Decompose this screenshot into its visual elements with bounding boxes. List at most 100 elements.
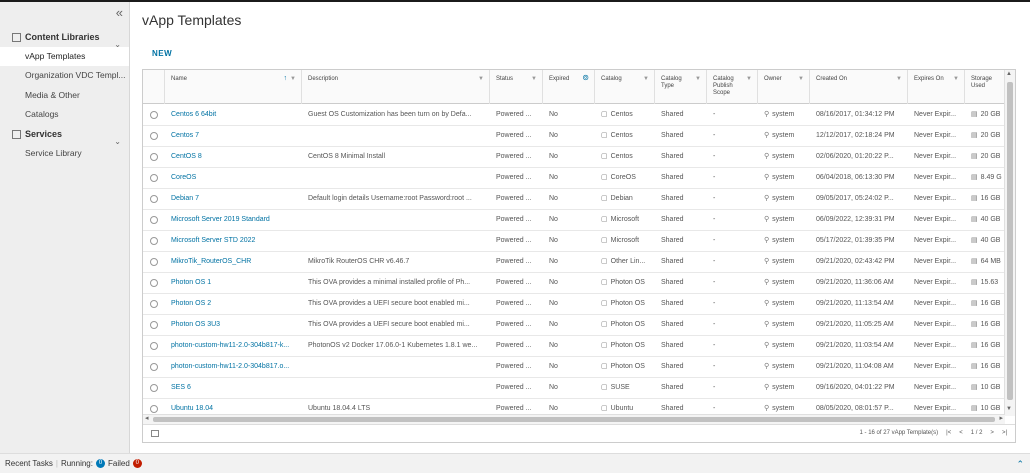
cell-name[interactable]: Photon OS 1 — [171, 273, 300, 293]
table-row[interactable]: Photon OS 3U3 This OVA provides a UEFI se… — [143, 315, 1005, 336]
cell-text: system — [772, 174, 795, 181]
row-select-radio[interactable] — [150, 321, 158, 329]
cell-name[interactable]: MikroTik_RouterOS_CHR — [171, 252, 300, 272]
horizontal-scroll-thumb[interactable] — [153, 417, 995, 422]
next-page-icon[interactable]: > — [990, 430, 994, 436]
row-select-radio[interactable] — [150, 195, 158, 203]
row-select-radio[interactable] — [150, 258, 158, 266]
cell-name[interactable]: Microsoft Server STD 2022 — [171, 231, 300, 251]
row-select-radio[interactable] — [150, 342, 158, 350]
sidebar-item-service-library[interactable]: Service Library — [0, 144, 129, 163]
cell-catalog: ▢ Centos — [601, 126, 653, 146]
cell-text: Powered ... — [496, 153, 532, 160]
filter-icon[interactable]: ▼ — [478, 76, 484, 83]
new-button[interactable]: NEW — [152, 49, 172, 58]
row-select-radio[interactable] — [150, 300, 158, 308]
table-row[interactable]: Photon OS 1 This OVA provides a minimal i… — [143, 273, 1005, 294]
row-select-radio[interactable] — [150, 237, 158, 245]
cell-name[interactable]: Photon OS 3U3 — [171, 315, 300, 335]
scroll-down-icon[interactable]: ▼ — [1006, 406, 1012, 412]
column-header-catalog[interactable]: Catalog ▼ — [595, 70, 655, 104]
cell-text: Never Expir... — [914, 153, 957, 160]
column-header-name[interactable]: Name ↑ ▼ — [165, 70, 302, 104]
filter-icon[interactable]: ▼ — [695, 76, 701, 83]
scroll-right-icon[interactable]: ▸ — [999, 414, 1003, 422]
cell-name[interactable]: SES 6 — [171, 378, 300, 398]
filter-icon[interactable]: ▼ — [531, 76, 537, 83]
column-header-created-on[interactable]: Created On ▼ — [810, 70, 908, 104]
sidebar-item-org-vdc-templates[interactable]: Organization VDC Templ... — [0, 66, 129, 85]
last-page-icon[interactable]: >| — [1002, 430, 1007, 436]
table-row[interactable]: Centos 6 64bit Guest OS Customization has… — [143, 105, 1005, 126]
scroll-up-icon[interactable]: ▲ — [1006, 71, 1012, 77]
filter-icon[interactable]: ▼ — [643, 76, 649, 83]
horizontal-scrollbar[interactable]: ◂ ▸ — [143, 414, 1005, 424]
row-select-radio[interactable] — [150, 384, 158, 392]
failed-label[interactable]: Failed — [108, 454, 130, 474]
cell-name[interactable]: Centos 6 64bit — [171, 105, 300, 125]
sidebar-item-vapp-templates[interactable]: vApp Templates — [0, 47, 129, 66]
scroll-left-icon[interactable]: ◂ — [145, 414, 149, 422]
row-select-radio[interactable] — [150, 132, 158, 140]
prev-page-icon[interactable]: < — [959, 430, 963, 436]
running-label[interactable]: Running: — [61, 454, 93, 474]
row-select-radio[interactable] — [150, 111, 158, 119]
cell-name[interactable]: Debian 7 — [171, 189, 300, 209]
cell-text: Default login details Username:root Pass… — [308, 195, 472, 202]
row-select-radio[interactable] — [150, 174, 158, 182]
vertical-scrollbar[interactable]: ▲ ▼ — [1004, 70, 1015, 416]
column-picker-icon[interactable] — [151, 430, 159, 437]
column-header-catalog-publish-scope[interactable]: Catalog Publish Scope ▼ — [707, 70, 758, 104]
table-row[interactable]: CentOS 8 CentOS 8 Minimal Install Powered … — [143, 147, 1005, 168]
filter-icon[interactable]: ▼ — [290, 76, 296, 83]
cell-name[interactable]: CoreOS — [171, 168, 300, 188]
row-select-radio[interactable] — [150, 405, 158, 413]
filter-icon[interactable]: ⊚ — [582, 74, 589, 82]
row-select-radio[interactable] — [150, 216, 158, 224]
first-page-icon[interactable]: |< — [946, 430, 951, 436]
filter-icon[interactable]: ▼ — [896, 76, 902, 83]
table-row[interactable]: photon-custom-hw11-2.0-304b817.o... Power… — [143, 357, 1005, 378]
table-row[interactable]: Microsoft Server STD 2022 Powered ... No ▢ M… — [143, 231, 1005, 252]
row-select-radio[interactable] — [150, 279, 158, 287]
column-header-status[interactable]: Status ▼ — [490, 70, 543, 104]
vertical-scroll-thumb[interactable] — [1007, 82, 1013, 400]
table-row[interactable]: Centos 7 Powered ... No ▢ Centos Shared - ⚲ syst… — [143, 126, 1005, 147]
column-header-expired[interactable]: Expired ⊚ — [543, 70, 595, 104]
cell-expired: No — [549, 378, 593, 398]
recent-tasks-label[interactable]: Recent Tasks — [5, 454, 53, 474]
column-header-description[interactable]: Description ▼ — [302, 70, 490, 104]
cell-text: system — [772, 216, 795, 223]
table-row[interactable]: photon-custom-hw11-2.0-304b817-k... Photo… — [143, 336, 1005, 357]
sidebar-item-media-other[interactable]: Media & Other — [0, 86, 129, 105]
sort-ascending-icon[interactable]: ↑ — [284, 75, 288, 82]
nav-group-content-libraries[interactable]: Content Libraries — [12, 32, 100, 42]
row-select-radio[interactable] — [150, 153, 158, 161]
row-select-radio[interactable] — [150, 363, 158, 371]
cell-name[interactable]: Microsoft Server 2019 Standard — [171, 210, 300, 230]
filter-icon[interactable]: ▼ — [953, 76, 959, 83]
filter-icon[interactable]: ▼ — [746, 76, 752, 83]
nav-group-services[interactable]: Services — [12, 129, 62, 139]
storage-icon: ▤ — [971, 153, 978, 160]
column-header-storage-used[interactable]: Storage Used — [965, 70, 1005, 104]
table-row[interactable]: MikroTik_RouterOS_CHR MikroTik RouterOS C… — [143, 252, 1005, 273]
cell-name[interactable]: photon-custom-hw11-2.0-304b817.o... — [171, 357, 300, 377]
cell-name[interactable]: CentOS 8 — [171, 147, 300, 167]
table-row[interactable]: Photon OS 2 This OVA provides a UEFI secu… — [143, 294, 1005, 315]
table-row[interactable]: Debian 7 Default login details Username:r… — [143, 189, 1005, 210]
table-row[interactable]: Microsoft Server 2019 Standard Powered ..… — [143, 210, 1005, 231]
collapse-sidebar-icon[interactable]: « — [116, 5, 123, 20]
expand-tasks-icon[interactable]: ⌃ — [1016, 454, 1024, 474]
sidebar-item-catalogs[interactable]: Catalogs — [0, 105, 129, 124]
cell-name[interactable]: Photon OS 2 — [171, 294, 300, 314]
filter-icon[interactable]: ▼ — [798, 76, 804, 83]
cell-name[interactable]: Centos 7 — [171, 126, 300, 146]
column-header-expires-on[interactable]: Expires On ▼ — [908, 70, 965, 104]
column-header-catalog-type[interactable]: Catalog Type ▼ — [655, 70, 707, 104]
cell-name[interactable]: photon-custom-hw11-2.0-304b817-k... — [171, 336, 300, 356]
table-row[interactable]: SES 6 Powered ... No ▢ SUSE Shared - ⚲ system 09/… — [143, 378, 1005, 399]
table-row[interactable]: CoreOS Powered ... No ▢ CoreOS Shared - ⚲ system… — [143, 168, 1005, 189]
column-header-owner[interactable]: Owner ▼ — [758, 70, 810, 104]
cell-status: Powered ... — [496, 231, 541, 251]
